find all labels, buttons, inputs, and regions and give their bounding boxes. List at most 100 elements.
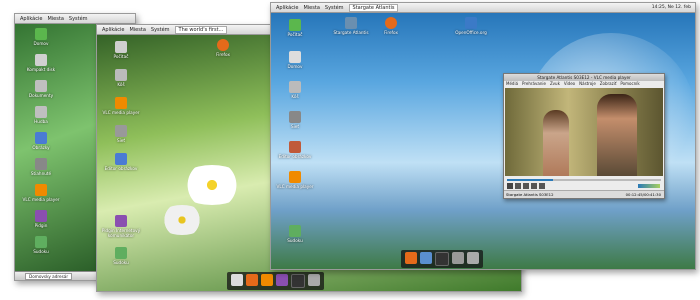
vlc-seek-bar[interactable] — [507, 179, 661, 181]
sudoku-icon — [35, 236, 47, 248]
dock-item-settings-icon[interactable] — [452, 252, 464, 264]
vlc-status-bar: Stargate Atlantis S03E12 00:12:45/00:41:… — [504, 190, 664, 198]
vlc-titlebar[interactable]: Stargate Atlantis S03E12 - VLC media pla… — [504, 74, 664, 81]
vlc-menu-media[interactable]: Médiá — [506, 81, 518, 87]
daisy-flower-2 — [157, 205, 207, 235]
vlc-icon — [289, 171, 301, 183]
vlc-time: 00:12:45/00:41:30 — [625, 192, 661, 197]
vlc-menu-playback[interactable]: Prehrávanie — [522, 81, 546, 87]
vlc-window[interactable]: Stargate Atlantis S03E12 - VLC media pla… — [503, 73, 665, 199]
desktop-icon-sudoku[interactable]: Sudoku — [273, 225, 317, 243]
top-panel: Aplikácie Miesta Systém — [15, 14, 135, 24]
desktop-icon-image-editor[interactable]: Editor obrázkov — [99, 153, 143, 171]
dock-item-terminal-icon[interactable] — [435, 252, 449, 266]
network-icon — [289, 111, 301, 123]
menu-system[interactable]: Systém — [69, 16, 88, 22]
desktop-icon-sudoku[interactable]: Sudoku — [19, 236, 63, 254]
screen-right: Aplikácie Miesta Systém Stargate Atlanti… — [270, 2, 696, 270]
vlc-seek-fill — [507, 179, 554, 181]
firefox-icon — [385, 17, 397, 29]
dock-item-trash-icon[interactable] — [308, 274, 320, 286]
image-editor-icon — [35, 132, 47, 144]
dock-item-vlc-icon[interactable] — [261, 274, 273, 286]
vlc-menu-view[interactable]: Zobraziť — [600, 81, 617, 87]
panel-clock[interactable]: 14:25, Ne 12. feb — [652, 5, 691, 10]
dock-item-terminal-icon[interactable] — [291, 274, 305, 288]
desktop-icon-vlc[interactable]: VLC media player — [273, 171, 317, 189]
dock — [401, 250, 483, 268]
stop-icon[interactable] — [515, 183, 521, 189]
vlc-icon — [35, 184, 47, 196]
desktop-icon-image-editor[interactable]: Editor obrázkov — [273, 141, 317, 159]
menu-applications[interactable]: Aplikácie — [20, 16, 42, 22]
window-title-tab[interactable]: The world's first... — [174, 25, 228, 34]
window-title-tab[interactable]: Stargate Atlantis — [348, 3, 399, 12]
menu-places[interactable]: Miesta — [129, 27, 145, 33]
menu-applications[interactable]: Aplikácie — [102, 27, 124, 33]
trash-icon — [289, 81, 301, 93]
desktop-icon-sudoku[interactable]: Sudoku — [99, 247, 143, 265]
desktop-icon-cd[interactable]: Kompakt disk — [19, 54, 63, 72]
fullscreen-icon[interactable] — [539, 183, 545, 189]
menu-system[interactable]: Systém — [151, 27, 170, 33]
task-home-folder[interactable]: Domovsky adresár — [25, 273, 73, 280]
desktop-icon-pidgin[interactable]: Pidgin Internetový komunikátor — [99, 215, 143, 238]
desktop-icon-firefox[interactable]: Firefox — [369, 17, 413, 35]
menu-system[interactable]: Systém — [325, 5, 344, 11]
network-icon — [115, 125, 127, 137]
desktop-icon-pictures[interactable]: Obrázky — [19, 132, 63, 150]
dock-item-firefox-icon[interactable] — [246, 274, 258, 286]
sudoku-icon — [289, 225, 301, 237]
dock — [227, 272, 324, 290]
vlc-menu-help[interactable]: Pomocník — [620, 81, 639, 87]
cd-icon — [35, 54, 47, 66]
openoffice-icon — [465, 17, 477, 29]
vlc-menubar: Médiá Prehrávanie Zvuk Video Nástroje Zo… — [504, 81, 664, 87]
vlc-menu-audio[interactable]: Zvuk — [550, 81, 560, 87]
menu-applications[interactable]: Aplikácie — [276, 5, 298, 11]
desktop-icon-home[interactable]: Domov — [273, 51, 317, 69]
play-icon[interactable] — [507, 183, 513, 189]
home-icon — [289, 51, 301, 63]
previous-icon[interactable] — [523, 183, 529, 189]
desktop-icon-trash[interactable]: Kôš — [273, 81, 317, 99]
vlc-icon — [115, 97, 127, 109]
desktop-icon-computer[interactable]: Počítač — [273, 19, 317, 37]
desktop-icon-network[interactable]: Sieť — [99, 125, 143, 143]
dock-item-firefox-icon[interactable] — [405, 252, 417, 264]
menu-places[interactable]: Miesta — [303, 5, 319, 11]
desktop-icon-openoffice[interactable]: OpenOffice.org — [449, 17, 493, 35]
desktop-icon-downloads[interactable]: Stiahnuté — [19, 158, 63, 176]
pidgin-icon — [35, 210, 47, 222]
desktop-icon-music[interactable]: Hudba — [19, 106, 63, 124]
desktop-icon-network[interactable]: Sieť — [273, 111, 317, 129]
trash-icon — [115, 69, 127, 81]
desktop-icon-vlc[interactable]: VLC media player — [99, 97, 143, 115]
desktop-icon-stargate[interactable]: Stargate Atlantis — [329, 17, 373, 35]
home-icon — [35, 28, 47, 40]
vlc-video-area[interactable] — [505, 88, 663, 176]
computer-icon — [115, 41, 127, 53]
dock-item-trash-icon[interactable] — [467, 252, 479, 264]
dock-item-image-editor-icon[interactable] — [420, 252, 432, 264]
desktop-icon-docs[interactable]: Dokumenty — [19, 80, 63, 98]
dock-item-pidgin-icon[interactable] — [276, 274, 288, 286]
desktop-icon-computer[interactable]: Počítač — [99, 41, 143, 59]
vlc-controls — [507, 183, 545, 189]
network-icon — [35, 158, 47, 170]
menu-places[interactable]: Miesta — [47, 16, 63, 22]
image-editor-icon — [115, 153, 127, 165]
desktop-icon-vlc[interactable]: VLC media player — [19, 184, 63, 202]
vlc-menu-tools[interactable]: Nástroje — [579, 81, 596, 87]
desktop-icon-trash[interactable]: Kôš — [99, 69, 143, 87]
top-panel: Aplikácie Miesta Systém Stargate Atlanti… — [271, 3, 695, 13]
next-icon[interactable] — [531, 183, 537, 189]
desktop-icon-firefox[interactable]: Firefox — [201, 39, 245, 57]
pidgin-icon — [115, 215, 127, 227]
desktop-icon-pidgin[interactable]: Pidgin — [19, 210, 63, 228]
vlc-status-text: Stargate Atlantis S03E12 — [506, 192, 554, 197]
desktop-icon-home[interactable]: Domov — [19, 28, 63, 46]
dock-item-computer-icon[interactable] — [231, 274, 243, 286]
volume-slider[interactable] — [638, 184, 660, 188]
vlc-menu-video[interactable]: Video — [564, 81, 575, 87]
